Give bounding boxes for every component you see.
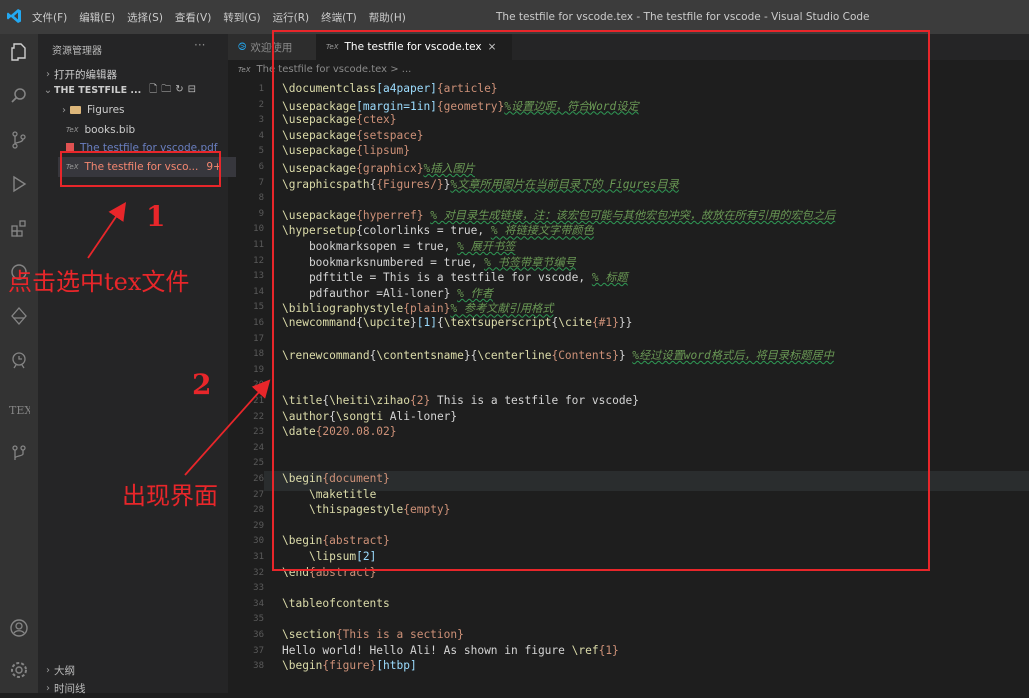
step-1-number: 1 [146,200,166,233]
step-2-description: 出现界面 [122,482,218,510]
step-1-instruction: 点击选中tex文件 [8,268,190,296]
arrow-to-tex-file [87,202,127,259]
annotation-arrows [87,202,271,476]
step-2-number: 2 [192,368,212,401]
